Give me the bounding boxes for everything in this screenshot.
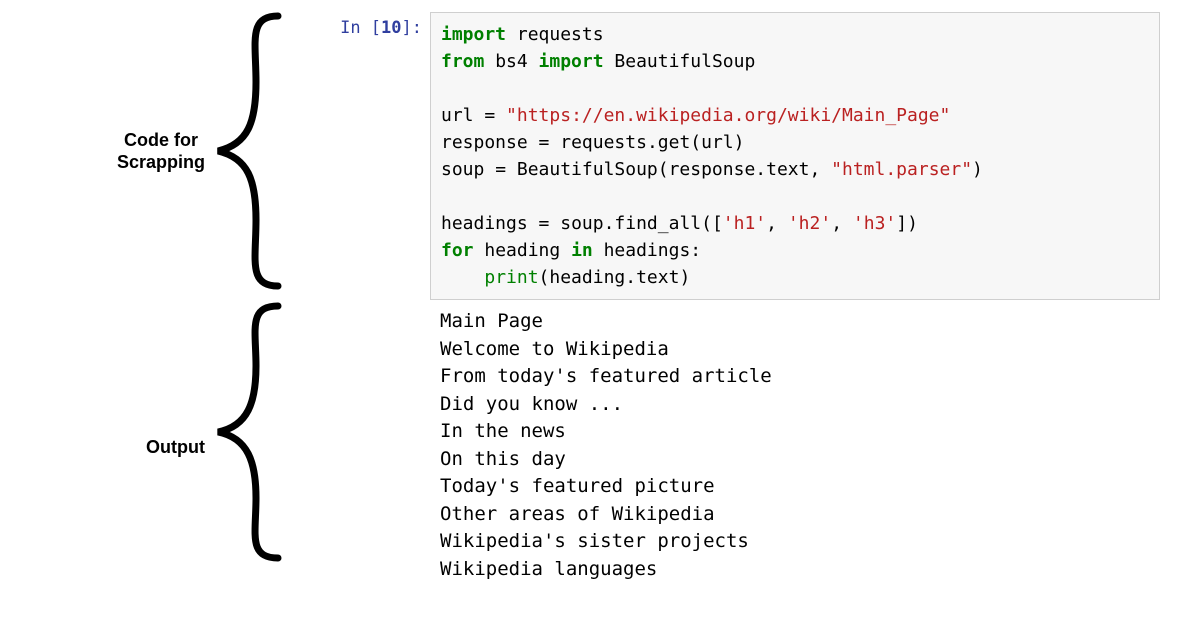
tok: response	[441, 132, 539, 153]
code-section: Code forScrapping In [10]: import reques…	[60, 12, 1160, 300]
tok: ,	[831, 213, 853, 234]
tok: =	[495, 159, 506, 180]
kw-import: import	[441, 24, 506, 45]
kw-from: from	[441, 51, 484, 72]
tok: .	[604, 213, 615, 234]
builtin-print: print	[484, 267, 538, 288]
tok: .	[647, 132, 658, 153]
tok: (heading	[539, 267, 626, 288]
tok: headings:	[593, 240, 701, 261]
curly-brace-icon	[208, 12, 288, 290]
code-brace	[205, 12, 290, 290]
in-close: ]:	[402, 18, 422, 38]
notebook-figure: Code forScrapping In [10]: import reques…	[60, 12, 1160, 592]
output-label-col: Output	[60, 302, 205, 592]
string-url: "https://en.wikipedia.org/wiki/Main_Page…	[506, 105, 950, 126]
kw-import2: import	[539, 51, 604, 72]
output-line: Main Page	[440, 310, 543, 332]
tok: ,	[766, 213, 788, 234]
tok: =	[539, 213, 550, 234]
tok: find_all([	[614, 213, 722, 234]
code-cell-row: In [10]: import requests from bs4 import…	[290, 12, 1160, 300]
input-prompt: In [10]:	[290, 12, 430, 300]
tok	[495, 105, 506, 126]
string-h2: 'h2'	[788, 213, 831, 234]
output-line: Today's featured picture	[440, 475, 715, 497]
tok: ])	[896, 213, 918, 234]
output-line: Other areas of Wikipedia	[440, 503, 715, 525]
tok: soup	[441, 159, 495, 180]
tok: bs4	[484, 51, 538, 72]
tok: .	[625, 267, 636, 288]
in-label: In [	[340, 18, 381, 38]
output-line: From today's featured article	[440, 365, 772, 387]
tok	[441, 267, 484, 288]
output-section: Output Main Page Welcome to Wikipedia Fr…	[60, 302, 1160, 592]
code-label-col: Code forScrapping	[60, 12, 205, 290]
tok: text)	[636, 267, 690, 288]
prompt-number: 10	[381, 18, 401, 38]
output-prompt-spacer	[290, 302, 430, 589]
tok: headings	[441, 213, 539, 234]
tok: get(url)	[658, 132, 745, 153]
output-line: Did you know ...	[440, 393, 623, 415]
tok: requests	[549, 132, 647, 153]
output-label: Output	[146, 436, 205, 459]
kw-in: in	[571, 240, 593, 261]
tok: .	[755, 159, 766, 180]
string-h1: 'h1'	[723, 213, 766, 234]
tok: heading	[474, 240, 572, 261]
kw-for: for	[441, 240, 474, 261]
tok: BeautifulSoup(response	[506, 159, 755, 180]
tok: =	[484, 105, 495, 126]
code-content: In [10]: import requests from bs4 import…	[290, 12, 1160, 300]
string-h3: 'h3'	[853, 213, 896, 234]
tok: soup	[549, 213, 603, 234]
output-brace	[205, 302, 290, 562]
string-parser: "html.parser"	[831, 159, 972, 180]
output-line: Wikipedia languages	[440, 558, 657, 580]
output-content: Main Page Welcome to Wikipedia From toda…	[290, 302, 1160, 589]
tok: )	[972, 159, 983, 180]
output-line: Wikipedia's sister projects	[440, 530, 749, 552]
tok: requests	[506, 24, 604, 45]
output-line: Welcome to Wikipedia	[440, 338, 669, 360]
output-line: In the news	[440, 420, 566, 442]
tok: =	[539, 132, 550, 153]
tok: BeautifulSoup	[604, 51, 756, 72]
code-label: Code forScrapping	[117, 129, 205, 174]
tok: url	[441, 105, 484, 126]
curly-brace-icon	[208, 302, 288, 562]
tok: text,	[766, 159, 831, 180]
output-cell-row: Main Page Welcome to Wikipedia From toda…	[290, 302, 1160, 589]
output-cell: Main Page Welcome to Wikipedia From toda…	[430, 302, 1160, 589]
code-cell[interactable]: import requests from bs4 import Beautifu…	[430, 12, 1160, 300]
output-line: On this day	[440, 448, 566, 470]
